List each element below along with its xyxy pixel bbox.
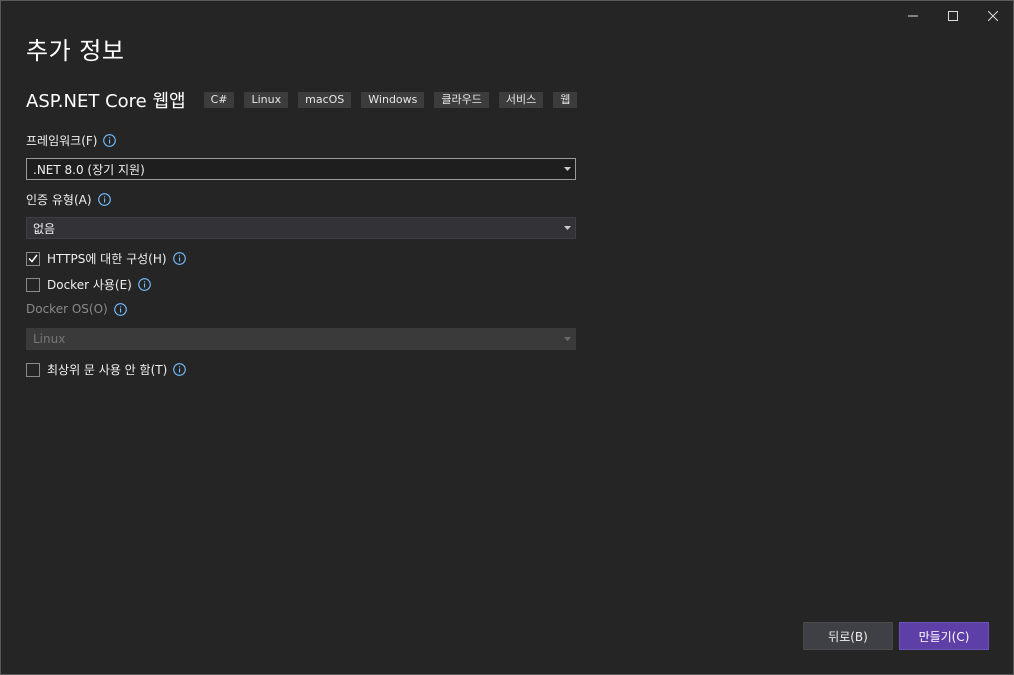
- https-checkbox[interactable]: [26, 251, 40, 266]
- info-icon[interactable]: [113, 302, 127, 316]
- tag-macos: macOS: [298, 92, 352, 108]
- docker-os-select: Linux: [26, 328, 576, 350]
- create-button[interactable]: 만들기(C): [899, 622, 989, 650]
- info-icon[interactable]: [103, 134, 117, 147]
- tag-linux: Linux: [244, 92, 289, 108]
- toplevel-option[interactable]: 최상위 문 사용 안 함(T): [26, 361, 187, 378]
- tag-windows: Windows: [361, 92, 425, 108]
- auth-select[interactable]: 없음: [26, 217, 576, 239]
- caret-down-icon: [564, 337, 571, 341]
- docker-option[interactable]: Docker 사용(E): [26, 276, 151, 293]
- tag-cloud: 클라우드: [434, 92, 489, 108]
- maximize-icon: [948, 11, 958, 21]
- framework-label-row: 프레임워크(F): [26, 132, 117, 149]
- framework-value: .NET 8.0 (장기 지원): [33, 162, 145, 177]
- close-button[interactable]: [973, 1, 1013, 31]
- maximize-button[interactable]: [933, 1, 973, 31]
- https-label: HTTPS에 대한 구성(H): [47, 252, 167, 266]
- docker-os-label: Docker OS(O): [26, 302, 108, 316]
- tag-web: 웹: [553, 92, 578, 108]
- minimize-button[interactable]: [893, 1, 933, 31]
- info-icon[interactable]: [173, 363, 187, 376]
- caret-down-icon: [564, 226, 571, 230]
- https-option[interactable]: HTTPS에 대한 구성(H): [26, 250, 186, 267]
- back-button[interactable]: 뒤로(B): [803, 622, 893, 650]
- auth-label: 인증 유형(A): [26, 193, 92, 207]
- docker-label: Docker 사용(E): [47, 278, 132, 292]
- docker-os-label-row: Docker OS(O): [26, 302, 127, 316]
- window-controls: [893, 1, 1013, 33]
- docker-os-value: Linux: [33, 332, 66, 346]
- tag-csharp: C#: [203, 92, 235, 108]
- docker-checkbox[interactable]: [26, 277, 40, 292]
- info-icon[interactable]: [138, 278, 151, 291]
- framework-select[interactable]: .NET 8.0 (장기 지원): [26, 158, 576, 180]
- page-title: 추가 정보: [26, 37, 125, 65]
- template-header: ASP.NET Core 웹앱 C# Linux macOS Windows 클…: [26, 87, 587, 113]
- minimize-icon: [908, 15, 918, 17]
- auth-value: 없음: [33, 221, 56, 236]
- info-icon[interactable]: [172, 252, 186, 265]
- template-name: ASP.NET Core 웹앱: [26, 91, 186, 112]
- toplevel-label: 최상위 문 사용 안 함(T): [47, 363, 168, 377]
- check-icon: [28, 254, 38, 263]
- toplevel-checkbox[interactable]: [26, 362, 40, 377]
- dialog-window: 추가 정보 ASP.NET Core 웹앱 C# Linux macOS Win…: [0, 0, 1014, 675]
- caret-down-icon: [564, 167, 571, 171]
- info-icon[interactable]: [97, 193, 111, 206]
- tag-service: 서비스: [498, 92, 544, 108]
- auth-label-row: 인증 유형(A): [26, 191, 111, 208]
- close-icon: [988, 11, 998, 21]
- framework-label: 프레임워크(F): [26, 134, 98, 148]
